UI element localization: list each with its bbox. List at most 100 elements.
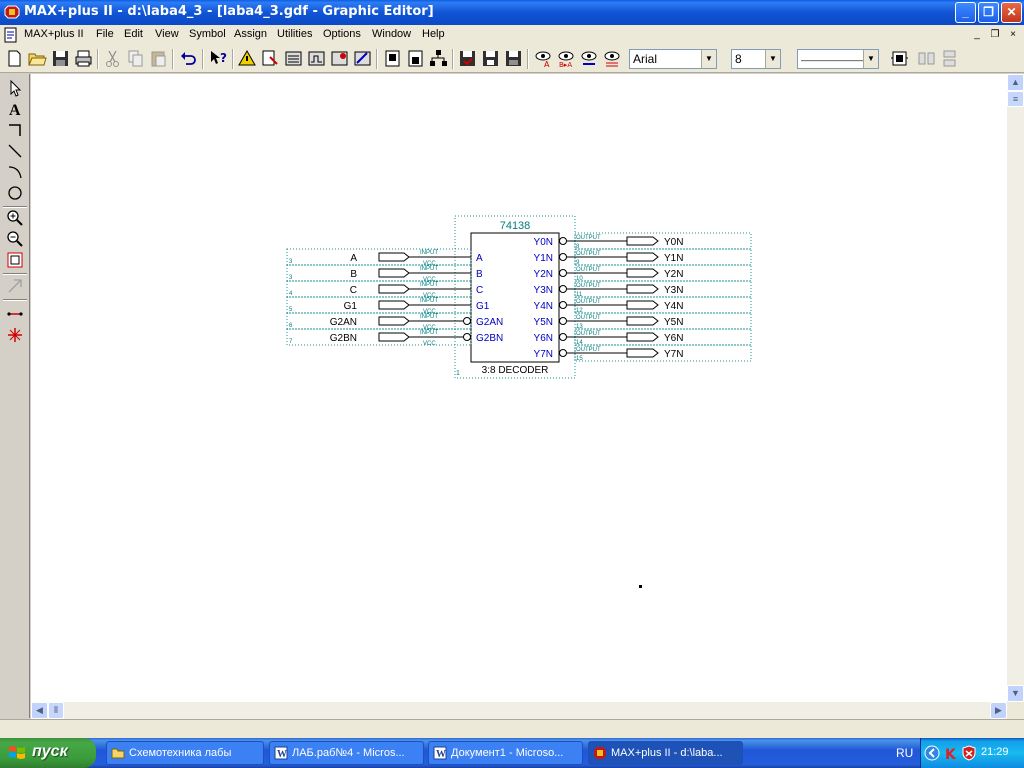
text-tool-icon[interactable]: A bbox=[5, 99, 25, 119]
input-pin-c[interactable]: 4 C INPUTVCC C bbox=[286, 280, 483, 299]
output-pin-y6n[interactable]: Y6N OUTPUT 14 Y6N bbox=[534, 328, 752, 346]
new-file-icon[interactable] bbox=[4, 48, 25, 69]
font-select[interactable]: Arial ▼ bbox=[629, 49, 717, 69]
input-pin-g1[interactable]: 5 G1 INPUTVCC G1 bbox=[286, 296, 490, 315]
output-pin-y2n[interactable]: Y2N OUTPUT 10 Y2N bbox=[534, 264, 752, 282]
task-explorer-folder[interactable]: Схемотехника лабы bbox=[106, 741, 264, 765]
chevron-down-icon[interactable]: ▼ bbox=[765, 50, 780, 68]
task-word-lab4[interactable]: W ЛАБ.раб№4 - Micros... bbox=[269, 741, 424, 765]
circle-tool-icon[interactable] bbox=[5, 183, 25, 203]
scroll-down-button[interactable]: ▼ bbox=[1007, 685, 1024, 702]
selection-arrow-icon[interactable] bbox=[5, 78, 25, 98]
find-next-icon[interactable] bbox=[579, 48, 600, 69]
maximize-button[interactable]: ❐ bbox=[978, 2, 999, 23]
line-style-select[interactable]: ———————— ▼ bbox=[797, 49, 879, 69]
horizontal-scrollbar[interactable]: ◀ ⦀ ▶ bbox=[31, 702, 1007, 719]
maxplus-icon bbox=[594, 747, 606, 759]
save-check-icon[interactable] bbox=[457, 48, 478, 69]
start-button[interactable]: пуск bbox=[0, 738, 96, 768]
save-compile-icon[interactable] bbox=[480, 48, 501, 69]
save-simulate-icon[interactable] bbox=[503, 48, 524, 69]
schematic-drawing[interactable]: 74138 3:8 DECODER 1 3 A INPUTVCC A3 B INPUTVC… bbox=[31, 74, 1007, 702]
paste-icon[interactable] bbox=[148, 48, 169, 69]
tray-expand-icon[interactable] bbox=[924, 745, 940, 761]
find-prev-icon[interactable] bbox=[602, 48, 623, 69]
disconnect-nodes-icon[interactable] bbox=[5, 325, 25, 345]
undo-icon[interactable] bbox=[178, 48, 199, 69]
orthogonal-line-tool-icon[interactable] bbox=[5, 120, 25, 140]
mdi-restore-button[interactable]: ❐ bbox=[988, 28, 1002, 41]
minimize-button[interactable]: _ bbox=[955, 2, 976, 23]
horizontal-scroll-thumb[interactable]: ⦀ bbox=[48, 702, 64, 719]
menu-edit[interactable]: Edit bbox=[124, 28, 143, 40]
menu-maxplus[interactable]: MAX+plus II bbox=[24, 28, 84, 40]
input-pin-number: 3 bbox=[289, 259, 293, 265]
simulator-icon[interactable] bbox=[306, 48, 327, 69]
context-help-icon[interactable]: ? bbox=[208, 48, 229, 69]
antivirus-k-icon[interactable]: K bbox=[943, 745, 959, 761]
language-indicator[interactable]: RU bbox=[896, 746, 913, 760]
chevron-down-icon[interactable]: ▼ bbox=[863, 50, 878, 68]
output-pin-y1n[interactable]: Y1N OUTPUT9 Y1N bbox=[534, 248, 752, 266]
find-clear-icon[interactable]: B▸A bbox=[556, 48, 577, 69]
mdi-minimize-button[interactable]: _ bbox=[970, 28, 984, 41]
zoom-out-icon[interactable] bbox=[5, 229, 25, 249]
connect-nodes-icon[interactable] bbox=[5, 304, 25, 324]
mdi-close-button[interactable]: × bbox=[1006, 28, 1020, 41]
title-bar[interactable]: MAX+plus II - d:\laba4_3 - [laba4_3.gdf … bbox=[0, 0, 1024, 25]
diagonal-line-tool-icon[interactable] bbox=[5, 141, 25, 161]
input-tag: INPUT bbox=[420, 266, 438, 272]
menu-help[interactable]: Help bbox=[422, 28, 445, 40]
floorplan-icon[interactable] bbox=[260, 48, 281, 69]
zoom-in-icon[interactable] bbox=[5, 208, 25, 228]
rubberbanding-icon[interactable] bbox=[5, 276, 25, 296]
input-pin-a[interactable]: 3 A INPUTVCC A bbox=[286, 248, 483, 267]
timing-analyzer-icon[interactable] bbox=[352, 48, 373, 69]
flip-horizontal-icon[interactable] bbox=[916, 48, 937, 69]
task-word-document1[interactable]: W Документ1 - Microso... bbox=[428, 741, 583, 765]
menu-window[interactable]: Window bbox=[372, 28, 411, 40]
scroll-right-button[interactable]: ▶ bbox=[990, 702, 1007, 719]
menu-file[interactable]: File bbox=[96, 28, 114, 40]
waveform-icon[interactable] bbox=[329, 48, 350, 69]
cut-icon[interactable] bbox=[102, 48, 123, 69]
output-pin-y3n[interactable]: Y3N OUTPUT11 Y3N bbox=[534, 280, 752, 298]
menu-symbol[interactable]: Symbol bbox=[189, 28, 226, 40]
hierarchy-icon[interactable] bbox=[237, 48, 258, 69]
inversion-bubble bbox=[559, 349, 567, 357]
vertical-scrollbar[interactable]: ▲ ≡ ▼ bbox=[1007, 74, 1024, 702]
output-pin-y5n[interactable]: Y5N OUTPUT 13 Y5N bbox=[534, 312, 752, 330]
scroll-up-button[interactable]: ▲ bbox=[1007, 74, 1024, 91]
menu-options[interactable]: Options bbox=[323, 28, 361, 40]
input-pin-b[interactable]: 3 B INPUTVCC B bbox=[286, 264, 483, 283]
chevron-down-icon[interactable]: ▼ bbox=[701, 50, 716, 68]
find-node-icon[interactable]: A bbox=[533, 48, 554, 69]
graphic-editor-canvas[interactable]: 74138 3:8 DECODER 1 3 A INPUT VCC A 3 B INPUT VC… bbox=[31, 74, 1007, 702]
print-icon[interactable] bbox=[73, 48, 94, 69]
security-shield-icon[interactable] bbox=[961, 745, 977, 761]
menu-utilities[interactable]: Utilities bbox=[277, 28, 312, 40]
vertical-scroll-thumb[interactable]: ≡ bbox=[1007, 91, 1024, 107]
copy-icon[interactable] bbox=[125, 48, 146, 69]
menu-view[interactable]: View bbox=[155, 28, 179, 40]
output-pin-y0n[interactable]: Y0N OUTPUT8 Y0N bbox=[534, 232, 752, 250]
hierarchy-tree-icon[interactable] bbox=[428, 48, 449, 69]
arc-tool-icon[interactable] bbox=[5, 162, 25, 182]
menu-assign[interactable]: Assign bbox=[234, 28, 267, 40]
output-pin-name: Y1N bbox=[664, 253, 683, 264]
rubberband-icon[interactable] bbox=[889, 48, 910, 69]
output-pin-y7n[interactable]: Y7N OUTPUT 15 Y7N bbox=[534, 344, 752, 362]
task-maxplus[interactable]: MAX+plus II - d:\laba... bbox=[588, 741, 743, 765]
document-icon[interactable] bbox=[3, 27, 19, 43]
open-folder-icon[interactable] bbox=[27, 48, 48, 69]
close-button[interactable]: ✕ bbox=[1001, 2, 1022, 23]
create-symbol-icon[interactable] bbox=[405, 48, 426, 69]
compiler-icon[interactable] bbox=[283, 48, 304, 69]
font-size-select[interactable]: 8 ▼ bbox=[731, 49, 781, 69]
scroll-left-button[interactable]: ◀ bbox=[31, 702, 48, 719]
flip-vertical-icon[interactable] bbox=[939, 48, 960, 69]
output-pin-y4n[interactable]: Y4N OUTPUT 12 Y4N bbox=[534, 296, 752, 314]
save-icon[interactable] bbox=[50, 48, 71, 69]
fit-in-window-icon[interactable] bbox=[5, 250, 25, 270]
open-symbol-icon[interactable] bbox=[382, 48, 403, 69]
